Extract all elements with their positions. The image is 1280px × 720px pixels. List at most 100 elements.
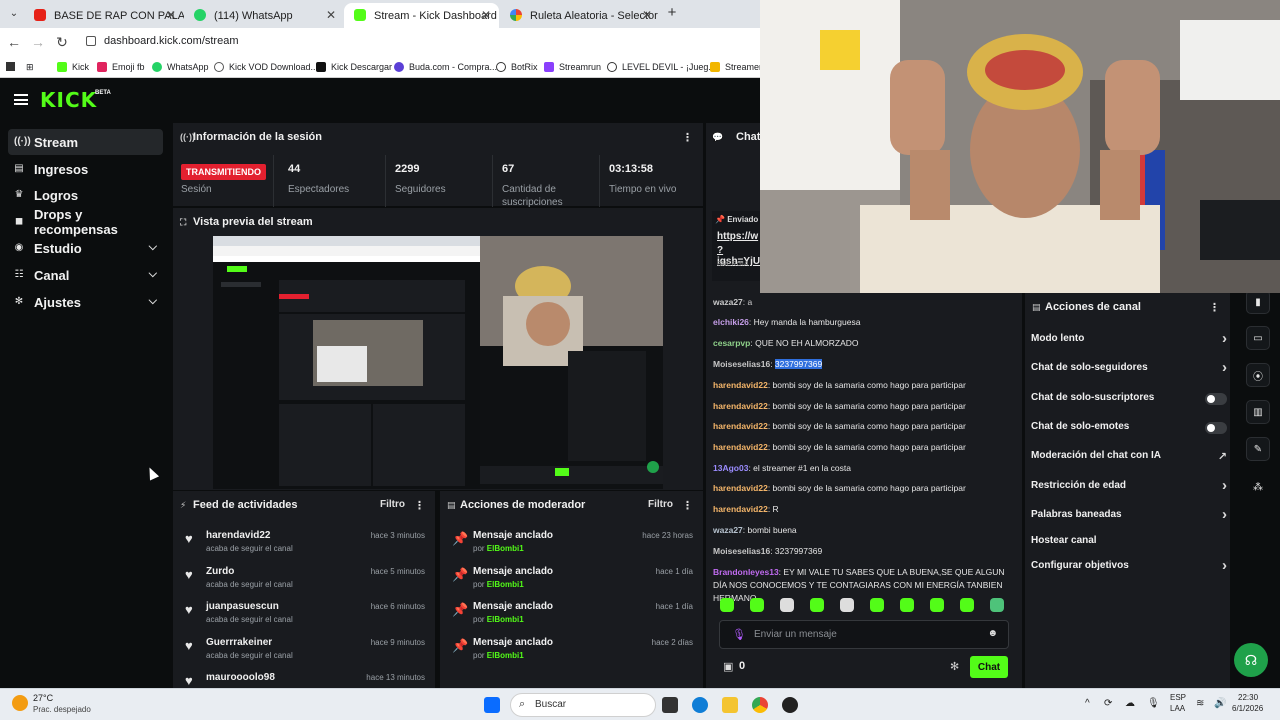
- wrench-icon[interactable]: ✎: [1246, 437, 1270, 461]
- chat-username[interactable]: harendavid22: [713, 504, 768, 514]
- sidebar-item-canal[interactable]: ☷ Canal ⌵: [8, 262, 163, 288]
- microphone-tray-icon[interactable]: 🎙: [1147, 698, 1160, 709]
- chat-message[interactable]: harendavid22: R: [713, 503, 1013, 516]
- bookmark-kick[interactable]: Kick: [57, 60, 89, 74]
- channel-action-item[interactable]: Restricción de edad ›: [1031, 477, 1231, 496]
- menu-icon[interactable]: [14, 94, 28, 105]
- chat-settings-icon[interactable]: ✻: [950, 660, 959, 673]
- tray-chevron-icon[interactable]: ^: [1085, 698, 1090, 709]
- close-tab-icon[interactable]: ✕: [642, 8, 652, 22]
- store-tool-icon[interactable]: ▥: [1246, 400, 1270, 424]
- cloud-icon[interactable]: ☁: [1125, 698, 1135, 709]
- close-tab-icon[interactable]: ✕: [326, 8, 336, 22]
- kebab-menu-icon[interactable]: ⋮: [682, 131, 693, 144]
- volume-icon[interactable]: 🔊: [1214, 698, 1226, 709]
- channel-action-item[interactable]: Hostear canal: [1031, 535, 1231, 551]
- chat-message[interactable]: elchiki26: Hey manda la hamburguesa: [713, 316, 1013, 329]
- file-explorer-icon[interactable]: [722, 697, 738, 713]
- obs-icon[interactable]: [782, 697, 798, 713]
- channel-action-item[interactable]: Chat de solo-suscriptores: [1031, 392, 1231, 408]
- back-icon[interactable]: ←: [6, 34, 22, 50]
- clipboard-icon[interactable]: ▮: [1246, 290, 1270, 314]
- sidebar-item-stream[interactable]: ((·)) Stream: [8, 129, 163, 155]
- sync-icon[interactable]: ⟳: [1104, 698, 1112, 709]
- channel-action-item[interactable]: Configurar objetivos ›: [1031, 557, 1231, 576]
- browser-tab[interactable]: Ruleta Aleatoria - Selector Pers ✕: [500, 3, 660, 28]
- close-tab-icon[interactable]: ✕: [481, 8, 491, 22]
- close-tab-icon[interactable]: ✕: [166, 8, 176, 22]
- chat-username[interactable]: cesarpvp: [713, 338, 750, 348]
- emote-icon[interactable]: [810, 598, 824, 612]
- chat-message[interactable]: waza27: a: [713, 296, 1013, 309]
- windows-start-icon[interactable]: [484, 697, 500, 713]
- chat-message[interactable]: Moiseselias16: 3237997369: [713, 545, 1013, 558]
- chat-message[interactable]: harendavid22: bombi soy de la samaria co…: [713, 400, 1013, 413]
- edge-icon[interactable]: [692, 697, 708, 713]
- kebab-menu-icon[interactable]: ⋮: [414, 499, 425, 512]
- bookmark-level-devil[interactable]: LEVEL DEVIL - ¡Jueg...: [607, 60, 716, 74]
- filter-button[interactable]: Filtro: [380, 499, 405, 510]
- list-item[interactable]: 📌 Mensaje anclado por ElBombi1 hace 1 día: [440, 561, 703, 597]
- taskbar-search[interactable]: ⌕ Buscar: [510, 693, 656, 717]
- kick-logo[interactable]: KICK: [40, 88, 97, 112]
- chat-username[interactable]: Brandonleyes13: [713, 567, 779, 577]
- weather-icon[interactable]: [12, 695, 28, 711]
- chat-username[interactable]: Moiseselias16: [713, 359, 770, 369]
- chat-message[interactable]: Moiseselias16: 3237997369: [713, 358, 1013, 371]
- list-item[interactable]: ♥ harendavid22 acaba de seguir el canal hac…: [173, 525, 435, 561]
- chat-message[interactable]: harendavid22: bombi soy de la samaria co…: [713, 441, 1013, 454]
- bookmark-grid-icon[interactable]: ⊞: [26, 60, 34, 74]
- chat-username[interactable]: harendavid22: [713, 380, 768, 390]
- emote-icon[interactable]: [720, 598, 734, 612]
- bookmark-whatsapp[interactable]: WhatsApp: [152, 60, 209, 74]
- bookmark-buda[interactable]: Buda.com - Compra...: [394, 60, 497, 74]
- chrome-icon[interactable]: [752, 697, 768, 713]
- emote-icon[interactable]: [900, 598, 914, 612]
- tab-search-button[interactable]: ⌄: [6, 6, 22, 22]
- emote-icon[interactable]: [930, 598, 944, 612]
- chat-username[interactable]: waza27: [713, 297, 743, 307]
- chat-tool-icon[interactable]: ▭: [1246, 326, 1270, 350]
- chat-message[interactable]: waza27: bombi buena: [713, 524, 1013, 537]
- chat-input[interactable]: 🎙 Enviar un mensaje ☻: [719, 620, 1009, 649]
- kebab-menu-icon[interactable]: ⋮: [1209, 301, 1220, 314]
- sidebar-item-ajustes[interactable]: ✻ Ajustes ⌵: [8, 289, 163, 315]
- bookmark-kick-descargar[interactable]: Kick Descargar: [316, 60, 392, 74]
- chat-username[interactable]: harendavid22: [713, 401, 768, 411]
- list-item[interactable]: 📌 Mensaje anclado por ElBombi1 hace 2 días: [440, 632, 703, 668]
- channel-action-item[interactable]: Palabras baneadas ›: [1031, 506, 1231, 525]
- list-item[interactable]: ♥ Zurdo acaba de seguir el canal hace 5 min…: [173, 561, 435, 597]
- wifi-icon[interactable]: ≋: [1196, 698, 1204, 709]
- reload-icon[interactable]: ↻: [54, 34, 70, 50]
- microphone-icon[interactable]: 🎙: [732, 628, 746, 641]
- toggle-switch[interactable]: [1205, 393, 1227, 405]
- emote-icon[interactable]: [960, 598, 974, 612]
- emote-icon[interactable]: [870, 598, 884, 612]
- chat-username[interactable]: elchiki26: [713, 317, 749, 327]
- toggle-switch[interactable]: [1205, 422, 1227, 434]
- sidebar-item-estudio[interactable]: ◉ Estudio ⌵: [8, 235, 163, 261]
- emote-icon[interactable]: [840, 598, 854, 612]
- stream-preview-video[interactable]: [213, 236, 663, 489]
- sidebar-item-drops[interactable]: ◼ Drops y recompensas: [8, 207, 163, 237]
- browser-tab-active[interactable]: Stream - Kick Dashboard ✕: [344, 3, 499, 28]
- list-item[interactable]: ♥ mauroooolo98 hace 13 minutos: [173, 667, 435, 687]
- chat-message[interactable]: cesarpvp: QUE NO EH ALMORZADO: [713, 337, 1013, 350]
- list-item[interactable]: ♥ juanpasuescun acaba de seguir el canal ha…: [173, 596, 435, 632]
- channel-action-item[interactable]: Moderación del chat con IA ↗: [1031, 450, 1231, 466]
- emoji-picker-icon[interactable]: ☻: [987, 628, 998, 639]
- url-field[interactable]: dashboard.kick.com/stream: [104, 35, 239, 47]
- chat-username[interactable]: waza27: [713, 525, 743, 535]
- chat-username[interactable]: 13Ago03: [713, 463, 748, 473]
- share-icon[interactable]: ⁂: [1246, 475, 1270, 499]
- bookmark-kickvod[interactable]: Kick VOD Download...: [214, 60, 318, 74]
- channel-action-item[interactable]: Chat de solo-emotes: [1031, 421, 1231, 437]
- chat-message[interactable]: harendavid22: bombi soy de la samaria co…: [713, 482, 1013, 495]
- sidebar-item-logros[interactable]: ♛ Logros: [8, 182, 163, 208]
- emote-icon[interactable]: [990, 598, 1004, 612]
- browser-tab[interactable]: (114) WhatsApp ✕: [184, 3, 344, 28]
- pinned-link[interactable]: https://w: [717, 231, 758, 242]
- sidebar-item-ingresos[interactable]: ▤ Ingresos: [8, 156, 163, 182]
- site-info-icon[interactable]: [86, 36, 96, 46]
- browser-tab[interactable]: BASE DE RAP CON PALABRAS ✕: [24, 3, 184, 28]
